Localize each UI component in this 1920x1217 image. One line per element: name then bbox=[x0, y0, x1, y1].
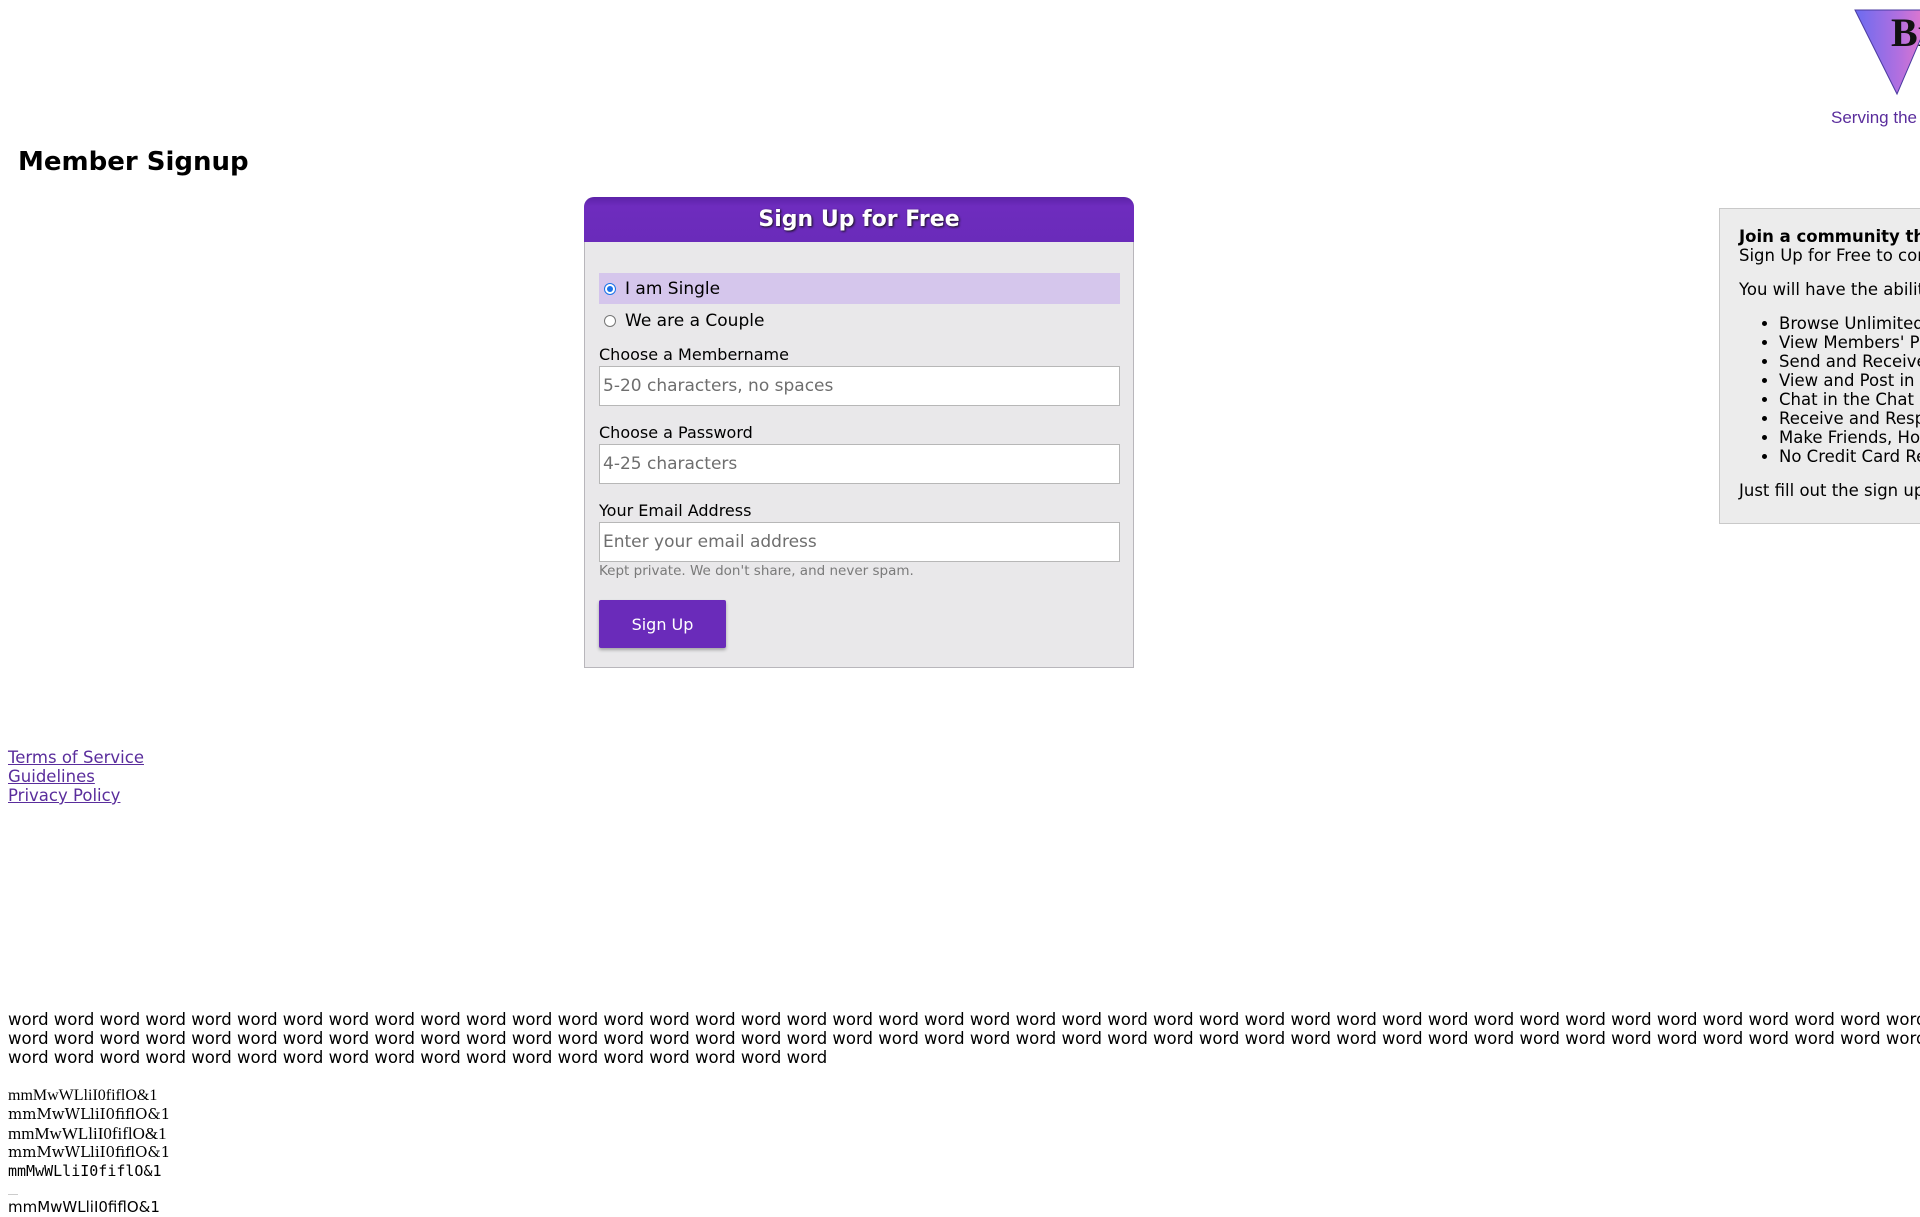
email-privacy-hint: Kept private. We don't share, and never … bbox=[599, 563, 914, 579]
radio-single[interactable] bbox=[604, 282, 616, 295]
option-couple-label: We are a Couple bbox=[625, 310, 765, 331]
privacy-policy-link[interactable]: Privacy Policy bbox=[8, 786, 144, 805]
svg-text:Bi: Bi bbox=[1891, 10, 1920, 55]
guidelines-link[interactable]: Guidelines bbox=[8, 767, 144, 786]
password-label: Choose a Password bbox=[599, 423, 753, 442]
logo-triangle-icon: Bi bbox=[1854, 9, 1920, 96]
font-specimen: mmMwWLliI0fiflO&1 bbox=[8, 1124, 167, 1143]
font-specimen: mmMwWLliI0fiflO&1 bbox=[8, 1162, 162, 1180]
benefit-item: View Members' Pl bbox=[1779, 333, 1920, 352]
font-test-paragraph: word word word word word word word word … bbox=[8, 1010, 1920, 1067]
font-specimen: mmMwWLliI0fiflO&1 bbox=[8, 1105, 171, 1123]
benefits-list: Browse Unlimited View Members' Pl Send a… bbox=[1739, 314, 1920, 466]
benefit-item: Browse Unlimited bbox=[1779, 314, 1920, 333]
sign-up-button[interactable]: Sign Up bbox=[599, 600, 726, 648]
site-logo[interactable]: Bi bbox=[1853, 6, 1920, 96]
membername-input[interactable] bbox=[599, 366, 1120, 406]
footer-links: Terms of Service Guidelines Privacy Poli… bbox=[8, 748, 144, 805]
benefit-item: Receive and Resp bbox=[1779, 409, 1920, 428]
site-tagline: Serving the b bbox=[1831, 108, 1920, 127]
benefit-item: View and Post in t bbox=[1779, 371, 1920, 390]
option-single[interactable]: I am Single bbox=[599, 273, 1120, 304]
benefits-outro: Just fill out the sign up bbox=[1739, 481, 1920, 500]
benefit-item: No Credit Card Re bbox=[1779, 447, 1920, 466]
divider bbox=[8, 1194, 18, 1195]
page-title: Member Signup bbox=[18, 147, 249, 177]
benefit-item: Make Friends, Hoo bbox=[1779, 428, 1920, 447]
font-specimen: mmMwWLliI0fiflO&1 bbox=[8, 1143, 171, 1161]
benefit-item: Chat in the Chat F bbox=[1779, 390, 1920, 409]
password-input[interactable] bbox=[599, 444, 1120, 484]
benefits-panel: Join a community th Sign Up for Free to … bbox=[1719, 208, 1920, 524]
radio-couple[interactable] bbox=[604, 314, 616, 327]
option-single-label: I am Single bbox=[625, 278, 721, 299]
benefits-heading: Join a community th bbox=[1739, 227, 1920, 246]
option-couple[interactable]: We are a Couple bbox=[599, 305, 1120, 336]
email-input[interactable] bbox=[599, 522, 1120, 562]
font-specimen: mmMwWLliI0fiflO&1 bbox=[8, 1087, 158, 1104]
signup-card: Sign Up for Free I am Single We are a Co… bbox=[584, 197, 1134, 668]
benefit-item: Send and Receive bbox=[1779, 352, 1920, 371]
benefits-intro: Sign Up for Free to cor bbox=[1739, 246, 1920, 265]
email-label: Your Email Address bbox=[599, 501, 752, 520]
membername-label: Choose a Membername bbox=[599, 345, 789, 364]
signup-card-header: Sign Up for Free bbox=[584, 197, 1134, 242]
terms-of-service-link[interactable]: Terms of Service bbox=[8, 748, 144, 767]
benefits-ability: You will have the abilit bbox=[1739, 280, 1920, 299]
font-specimen: mmMwWLliI0fiflO&1 bbox=[8, 1198, 160, 1216]
